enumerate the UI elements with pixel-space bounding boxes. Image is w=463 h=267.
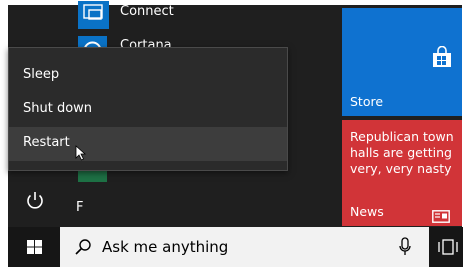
task-view-button[interactable] <box>436 235 460 259</box>
connect-icon <box>78 1 109 29</box>
tile-store[interactable]: Store <box>342 8 462 116</box>
power-button[interactable] <box>20 186 50 216</box>
power-menu-label-restart: Restart <box>23 135 70 150</box>
search-input[interactable]: Ask me anything <box>102 238 228 256</box>
power-menu-label-sleep: Sleep <box>23 67 60 82</box>
power-menu-label-shutdown: Shut down <box>23 101 93 116</box>
microphone-icon[interactable] <box>398 237 412 257</box>
tile-label-news: News <box>350 204 384 219</box>
tile-news[interactable]: Republican town halls are getting very, … <box>342 120 462 226</box>
search-icon <box>74 238 92 256</box>
tile-label-store: Store <box>350 94 384 109</box>
desktop-screen: Connect Cortana Excel 2016 F <box>0 0 463 267</box>
search-box[interactable]: Ask me anything <box>60 227 429 267</box>
power-menu: Sleep Shut down Restart <box>8 47 288 171</box>
mouse-cursor-icon <box>75 145 87 161</box>
power-menu-item-shutdown[interactable]: Shut down <box>9 93 287 127</box>
start-button[interactable] <box>8 227 60 267</box>
app-label-connect: Connect <box>120 4 174 19</box>
power-menu-item-sleep[interactable]: Sleep <box>9 59 287 93</box>
app-list-item-connect[interactable]: Connect <box>78 1 328 37</box>
power-menu-item-restart[interactable]: Restart <box>9 127 287 161</box>
store-bag-icon <box>431 45 453 68</box>
windows-logo-icon <box>27 240 42 254</box>
news-headline: Republican town halls are getting very, … <box>350 129 454 176</box>
section-header-letter[interactable]: F <box>76 200 83 215</box>
power-icon <box>27 192 43 209</box>
news-icon <box>432 208 450 223</box>
task-view-icon <box>438 239 458 255</box>
